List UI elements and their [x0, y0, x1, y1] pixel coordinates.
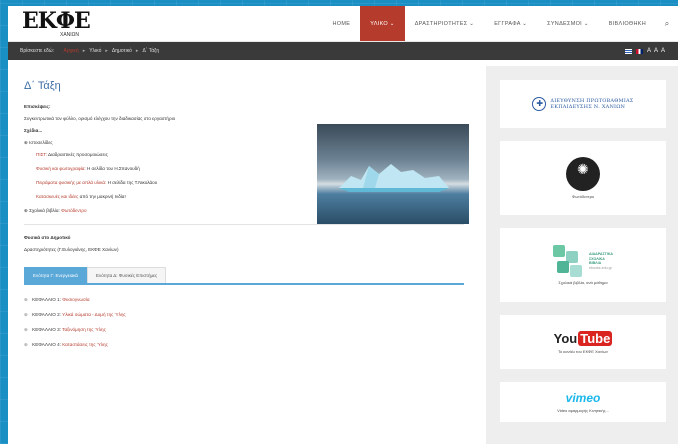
directorate-banner[interactable]: ΔΙΕΥΘΥΝΣΗ ΠΡΩΤΟΒΑΘΜΙΑΣ ΕΚΠΑΙΔΕΥΣΗΣ Ν. ΧΑ…	[500, 80, 666, 128]
fotodentro-caption: Φωτόδεντρο	[571, 194, 595, 199]
nav-yliko[interactable]: ΥΛΙΚΟ ⌄	[360, 6, 405, 41]
emblem-icon	[532, 97, 547, 111]
list-item: ⊕ ΚΕΦΑΛΑΙΟ 1: Φυσιογνωσία	[24, 297, 90, 302]
breadcrumb-yliko[interactable]: Υλικό	[89, 48, 101, 54]
tab-enotita-d[interactable]: Ενότητα Δ: Φυσικές Επιστήμες	[87, 267, 167, 283]
breadcrumb-home[interactable]: Αρχική	[63, 48, 78, 54]
site-header: ΕΚΦΕ ΧΑΝΙΩΝ HOME ΥΛΙΚΟ ⌄ ΔΡΑΣΤΗΡΙΟΤΗΤΕΣ …	[8, 6, 678, 42]
search-icon[interactable]: ⌕	[656, 6, 678, 41]
breadcrumb: Βρίσκεστε εδώ: Αρχική ▸ Υλικό ▸ Δημοτικό…	[8, 42, 678, 60]
breadcrumb-current: Δ΄ Τάξη	[142, 48, 160, 54]
nav-home[interactable]: HOME	[323, 6, 361, 41]
fysiki-label: Φυσικά στο Δημοτικό	[24, 235, 71, 240]
bullet-icon: ⊕	[24, 342, 28, 347]
intro-paragraph: Συγκεντρωτικά τον φύλλο, ορισμό ελέγχου …	[24, 116, 176, 121]
breadcrumb-separator-icon: ▸	[105, 48, 108, 54]
nav-eggrafa[interactable]: ΕΓΓΡΑΦΑ ⌄	[484, 6, 537, 41]
iceberg-photo	[317, 124, 469, 224]
youtube-banner[interactable]: You Tube Το κανάλι του ΕΚΦΕ Χανίων	[500, 315, 666, 369]
puzzle-icon	[552, 245, 583, 277]
breadcrumb-separator-icon: ▸	[135, 48, 139, 54]
list-item: ⊕ ΚΕΦΑΛΑΙΟ 2: Υλικά σώματα - Δομή της Ύλ…	[24, 312, 126, 317]
chapter-link[interactable]: Ταξινόμηση της Ύλης	[62, 327, 106, 332]
bullet-icon: ⊕	[24, 297, 28, 302]
resource-link[interactable]: Πειράματα φυσικής με απλά υλικά:	[36, 180, 106, 185]
ebooks-banner[interactable]: ΔΙΑΔΡΑΣΤΙΚΑ ΣΧΟΛΙΚΑ ΒΙΒΛΙΑ ebooks.edu.gr…	[500, 228, 666, 302]
list-item: ⊕ ΚΕΦΑΛΑΙΟ 4: Καταστάσεις της Ύλης	[24, 342, 108, 347]
main-content: Δ΄ Τάξη Επισκέψεις: Συγκεντρωτικά τον φύ…	[8, 66, 478, 444]
youtube-caption: Το κανάλι του ΕΚΦΕ Χανίων	[557, 348, 609, 354]
greek-flag-icon[interactable]	[624, 48, 632, 54]
tab-bar: Ενότητα Γ: Ενεργειακά Ενότητα Δ: Φυσικές…	[24, 267, 462, 283]
main-nav: HOME ΥΛΙΚΟ ⌄ ΔΡΑΣΤΗΡΙΟΤΗΤΕΣ ⌄ ΕΓΓΡΑΦΑ ⌄ …	[128, 6, 678, 41]
resource-link[interactable]: Κατασκευές και ιδέες	[36, 194, 78, 199]
ebooks-caption: Σχολικά βιβλία, ανά μάθημα	[558, 280, 608, 285]
website: ΕΚΦΕ ΧΑΝΙΩΝ HOME ΥΛΙΚΟ ⌄ ΔΡΑΣΤΗΡΙΟΤΗΤΕΣ …	[8, 6, 678, 444]
chapter-link[interactable]: Φυσιογνωσία	[62, 297, 89, 302]
youtube-logo: You Tube	[553, 330, 613, 346]
chapter-link[interactable]: Υλικά σώματα - Δομή της Ύλης	[62, 312, 125, 317]
logo-text: ΕΚΦΕ	[22, 7, 91, 34]
breadcrumb-dimotiko[interactable]: Δημοτικό	[112, 48, 132, 54]
intro-post: ορισμό ελέγχου την διαδικασίας στο εργασ…	[78, 116, 176, 121]
vimeo-caption: Video εφαρμογής Κινητικής...	[557, 408, 609, 413]
nav-vivliothiki[interactable]: ΒΙΒΛΙΟΘΗΚΗ	[599, 6, 656, 41]
dandelion-icon	[566, 157, 600, 191]
nav-drastiriotites[interactable]: ΔΡΑΣΤΗΡΙΟΤΗΤΕΣ ⌄	[405, 6, 485, 41]
bullet-icon: ⊕	[24, 327, 28, 332]
breadcrumb-prefix: Βρίσκεστε εδώ:	[20, 48, 55, 54]
tab-enotita-g[interactable]: Ενότητα Γ: Ενεργειακά	[24, 267, 87, 283]
sidebar: ΔΙΕΥΘΥΝΣΗ ΠΡΩΤΟΒΑΘΜΙΑΣ ΕΚΠΑΙΔΕΥΣΗΣ Ν. ΧΑ…	[486, 66, 678, 444]
divider	[24, 224, 464, 225]
fysiki-text: Δραστηριότητες (Γ.Ευλογιάνης, ΕΚΦΕ Χανίω…	[24, 247, 119, 252]
logo-subtext: ΧΑΝΙΩΝ	[60, 31, 80, 38]
list-item: ⊕ ΚΕΦΑΛΑΙΟ 3: Ταξινόμηση της Ύλης	[24, 327, 106, 332]
bullet-icon: ⊕	[24, 312, 28, 317]
resource-link[interactable]: Φυσική και φωτογραφία:	[36, 166, 86, 171]
breadcrumb-separator-icon: ▸	[82, 48, 86, 54]
chapter-list: ⊕ ΚΕΦΑΛΑΙΟ 1: Φυσιογνωσία ⊕ ΚΕΦΑΛΑΙΟ 2: …	[24, 285, 462, 348]
site-logo[interactable]: ΕΚΦΕ ΧΑΝΙΩΝ	[8, 10, 128, 38]
fotodentro-banner[interactable]: Φωτόδεντρο	[500, 141, 666, 215]
chapter-link[interactable]: Καταστάσεις της Ύλης	[62, 342, 108, 347]
english-flag-icon[interactable]	[635, 48, 643, 54]
vimeo-banner[interactable]: vimeo Video εφαρμογής Κινητικής...	[500, 382, 666, 422]
vimeo-logo: vimeo	[565, 391, 601, 405]
page-title: Δ΄ Τάξη	[24, 80, 61, 92]
font-size-controls[interactable]: A A A	[647, 48, 666, 54]
iceberg-image	[339, 164, 449, 192]
nav-syndesmoi[interactable]: ΣΥΝΔΕΣΜΟΙ ⌄	[537, 6, 599, 41]
resource-link[interactable]: ΠΙΣΤ:	[36, 152, 47, 157]
language-and-size: A A A	[624, 48, 666, 54]
fotodentro-link[interactable]: Φωτόδεντρο	[61, 208, 86, 213]
visits-label: Επισκέψεις:	[24, 104, 51, 109]
